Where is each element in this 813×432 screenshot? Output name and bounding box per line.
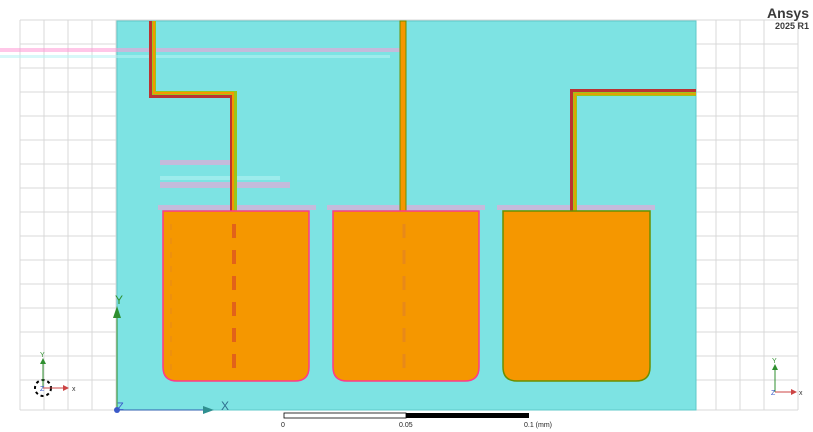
triad-left[interactable]: Y x Z — [34, 352, 76, 397]
brand-version: 2025 R1 — [774, 21, 809, 31]
brand-name: Ansys — [766, 5, 809, 21]
scale-label-1: 0.05 — [399, 422, 413, 429]
pad-middle[interactable] — [332, 210, 480, 382]
triad-right[interactable]: Y x Z — [771, 358, 803, 397]
main-axis-z-label: Z — [117, 401, 124, 413]
scale-label-0: 0 — [281, 422, 285, 429]
triad-right-x: x — [799, 390, 803, 397]
triad-left-y: Y — [40, 352, 45, 359]
triad-left-z: Z — [40, 386, 45, 393]
trace-middle[interactable] — [399, 20, 407, 213]
brand-logo: Ansys 2025 R1 — [766, 5, 809, 32]
triad-right-z: Z — [771, 390, 776, 397]
triad-right-y: Y — [772, 358, 777, 365]
model-view[interactable]: Y X Z Y x Z Y x Z — [0, 0, 813, 432]
main-axis-y-label: Y — [115, 293, 123, 307]
main-axis-x-label: X — [221, 399, 229, 413]
triad-left-x: x — [72, 386, 76, 393]
scale-label-2: 0.1 (mm) — [524, 422, 552, 429]
pad-right[interactable] — [502, 210, 651, 382]
scale-bar — [283, 412, 529, 419]
